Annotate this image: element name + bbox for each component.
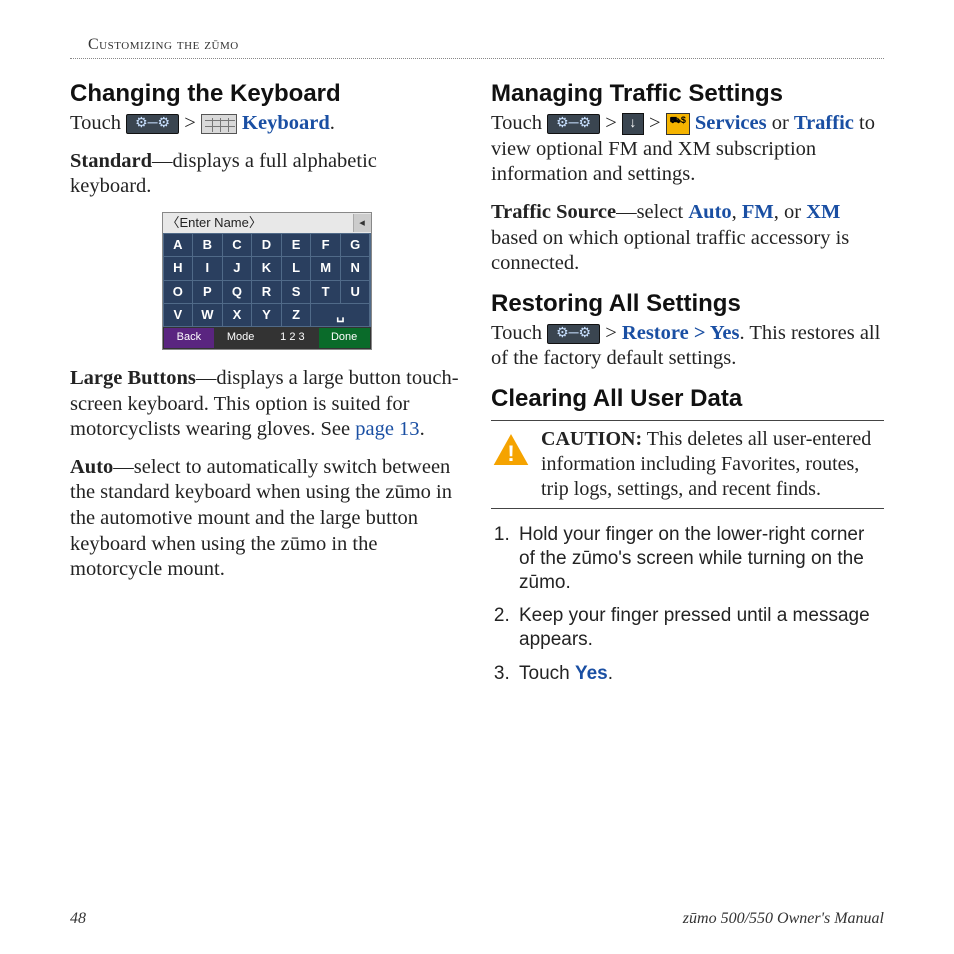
traffic-path: Touch ⚙─⚙ > > ⛟$ Services or Traffic to … bbox=[491, 111, 884, 188]
manual-title: zūmo 500/550 Owner's Manual bbox=[683, 909, 884, 929]
auto-desc: Auto—select to automatically switch betw… bbox=[70, 455, 463, 583]
keyboard-title-bar: 〈Enter Name〉 ◂ bbox=[163, 213, 371, 233]
kbd-key: B bbox=[193, 234, 222, 256]
kbd-key: I bbox=[193, 257, 222, 279]
keyboard-key-grid: ABCDEFG HIJKLMN OPQRSTU VWXYZ␣ bbox=[163, 233, 371, 327]
kbd-key: R bbox=[252, 281, 281, 303]
heading-changing-keyboard: Changing the Keyboard bbox=[70, 79, 463, 109]
kbd-key: Q bbox=[223, 281, 252, 303]
traffic-source-desc: Traffic Source—select Auto, FM, or XM ba… bbox=[491, 200, 884, 277]
step-3: Touch Yes. bbox=[515, 662, 884, 686]
kbd-key: T bbox=[311, 281, 340, 303]
kbd-key: ␣ bbox=[311, 304, 369, 326]
services-icon: ⛟$ bbox=[666, 113, 690, 135]
kbd-mode-btn: Mode bbox=[215, 328, 266, 348]
keyboard-icon bbox=[201, 114, 237, 134]
services-link: Services bbox=[690, 112, 767, 134]
svg-text:!: ! bbox=[507, 441, 514, 466]
kbd-key: M bbox=[311, 257, 340, 279]
caution-text: CAUTION: This deletes all user-entered i… bbox=[541, 427, 884, 502]
kbd-123-btn: 1 2 3 bbox=[267, 328, 318, 348]
kbd-key: L bbox=[282, 257, 311, 279]
clear-data-steps: Hold your finger on the lower-right corn… bbox=[493, 523, 884, 686]
wrench-icon: ⚙─⚙ bbox=[547, 324, 600, 344]
touch-keyboard-path: Touch ⚙─⚙ > Keyboard. bbox=[70, 111, 463, 137]
heading-clearing: Clearing All User Data bbox=[491, 384, 884, 414]
keyboard-screenshot: 〈Enter Name〉 ◂ ABCDEFG HIJKLMN OPQRSTU VWXY… bbox=[162, 212, 372, 350]
kbd-done-btn: Done bbox=[319, 328, 370, 348]
kbd-key: P bbox=[193, 281, 222, 303]
kbd-key: H bbox=[164, 257, 193, 279]
backspace-icon: ◂ bbox=[353, 214, 371, 232]
wrench-icon: ⚙─⚙ bbox=[126, 114, 179, 134]
heading-traffic: Managing Traffic Settings bbox=[491, 79, 884, 109]
left-column: Changing the Keyboard Touch ⚙─⚙ > Keyboa… bbox=[70, 73, 463, 696]
right-column: Managing Traffic Settings Touch ⚙─⚙ > > … bbox=[491, 73, 884, 696]
traffic-link: Traffic bbox=[794, 112, 854, 134]
keyboard-link: Keyboard bbox=[237, 112, 330, 134]
restore-path: Touch ⚙─⚙ > Restore > Yes. This restores… bbox=[491, 321, 884, 372]
yes-link: Yes bbox=[575, 663, 608, 684]
kbd-key: V bbox=[164, 304, 193, 326]
header-rule bbox=[70, 58, 884, 59]
kbd-key: F bbox=[311, 234, 340, 256]
restore-yes-link: Restore > Yes bbox=[617, 322, 740, 344]
kbd-key: C bbox=[223, 234, 252, 256]
kbd-key: U bbox=[341, 281, 370, 303]
kbd-key: D bbox=[252, 234, 281, 256]
wrench-icon: ⚙─⚙ bbox=[547, 114, 600, 134]
standard-desc: Standard—displays a full alphabetic keyb… bbox=[70, 149, 463, 200]
step-2: Keep your finger pressed until a message… bbox=[515, 604, 884, 652]
kbd-key: O bbox=[164, 281, 193, 303]
kbd-key: K bbox=[252, 257, 281, 279]
kbd-key: E bbox=[282, 234, 311, 256]
down-arrow-icon bbox=[622, 113, 644, 135]
kbd-key: A bbox=[164, 234, 193, 256]
caution-box: ! CAUTION: This deletes all user-entered… bbox=[491, 420, 884, 509]
heading-restoring: Restoring All Settings bbox=[491, 289, 884, 319]
keyboard-bottom-row: Back Mode 1 2 3 Done bbox=[163, 327, 371, 349]
page-number: 48 bbox=[70, 909, 86, 929]
page-footer: 48 zūmo 500/550 Owner's Manual bbox=[70, 909, 884, 929]
kbd-key: J bbox=[223, 257, 252, 279]
kbd-key: Y bbox=[252, 304, 281, 326]
step-1: Hold your finger on the lower-right corn… bbox=[515, 523, 884, 594]
kbd-key: W bbox=[193, 304, 222, 326]
kbd-key: N bbox=[341, 257, 370, 279]
caution-triangle-icon: ! bbox=[491, 431, 531, 467]
section-header: Customizing the zūmo bbox=[70, 35, 884, 55]
kbd-key: X bbox=[223, 304, 252, 326]
kbd-key: S bbox=[282, 281, 311, 303]
page-13-link[interactable]: page 13 bbox=[355, 418, 419, 440]
kbd-key: G bbox=[341, 234, 370, 256]
kbd-back-btn: Back bbox=[164, 328, 215, 348]
content-columns: Changing the Keyboard Touch ⚙─⚙ > Keyboa… bbox=[70, 73, 884, 696]
kbd-key: Z bbox=[282, 304, 311, 326]
large-buttons-desc: Large Buttons—displays a large button to… bbox=[70, 366, 463, 443]
